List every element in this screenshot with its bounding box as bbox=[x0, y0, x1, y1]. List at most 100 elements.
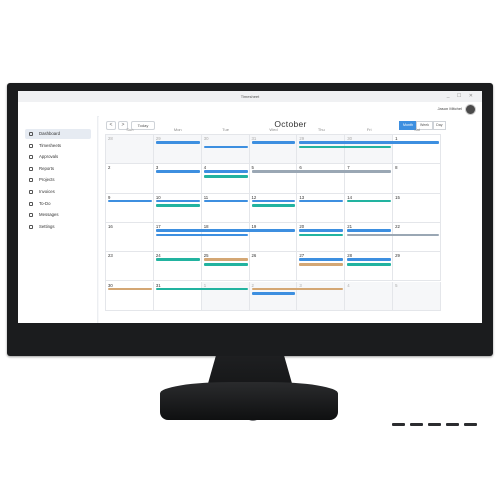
calendar-event[interactable] bbox=[203, 145, 248, 149]
day-number: 31 bbox=[155, 282, 161, 288]
calendar-event[interactable] bbox=[347, 233, 439, 237]
day-cell[interactable]: 30 bbox=[345, 135, 394, 165]
day-cell[interactable]: 24 bbox=[153, 252, 202, 282]
day-cell[interactable]: 21 bbox=[345, 222, 394, 253]
day-cell[interactable]: 1 bbox=[201, 281, 250, 311]
day-cell[interactable]: 15 bbox=[393, 193, 441, 223]
day-cell[interactable]: 29 bbox=[393, 252, 441, 282]
calendar-event[interactable] bbox=[299, 262, 344, 266]
calendar-event[interactable] bbox=[203, 170, 248, 174]
calendar-event[interactable] bbox=[347, 262, 392, 266]
calendar-event[interactable] bbox=[155, 170, 200, 174]
day-cell[interactable]: 17 bbox=[153, 222, 202, 253]
day-cell[interactable]: 4 bbox=[345, 281, 394, 311]
calendar-event[interactable] bbox=[155, 228, 296, 232]
calendar-event[interactable] bbox=[108, 287, 152, 291]
day-cell[interactable]: 7 bbox=[345, 164, 394, 194]
calendar-event[interactable] bbox=[251, 287, 344, 291]
day-number: 14 bbox=[347, 194, 353, 200]
sidebar-item-reports[interactable]: Reports bbox=[25, 164, 91, 174]
day-cell[interactable]: 22 bbox=[393, 222, 441, 253]
calendar-event[interactable] bbox=[203, 258, 248, 261]
day-cell[interactable]: 28 bbox=[345, 252, 394, 282]
sidebar-item-timesheets[interactable]: Timesheets bbox=[25, 141, 91, 151]
day-cell[interactable]: 26 bbox=[249, 252, 298, 282]
day-cell[interactable]: 6 bbox=[297, 164, 346, 194]
day-cell[interactable]: 13 bbox=[297, 193, 346, 223]
day-number: 2 bbox=[251, 282, 254, 288]
calendar-event[interactable] bbox=[203, 262, 248, 266]
calendar-event[interactable] bbox=[251, 292, 296, 295]
day-cell[interactable]: 8 bbox=[393, 164, 441, 194]
day-cell[interactable]: 29 bbox=[153, 135, 202, 165]
day-cell[interactable]: 2 bbox=[106, 164, 154, 194]
weekday-header: Wed bbox=[269, 127, 278, 132]
calendar-event[interactable] bbox=[155, 287, 248, 291]
day-cell[interactable]: 12 bbox=[249, 193, 298, 223]
calendar-event[interactable] bbox=[251, 199, 296, 203]
calendar-event[interactable] bbox=[251, 204, 296, 207]
day-cell[interactable]: 19 bbox=[249, 222, 298, 253]
day-cell[interactable]: 9 bbox=[106, 193, 154, 223]
sidebar-item-label: Reports bbox=[39, 165, 55, 171]
day-number: 15 bbox=[395, 194, 400, 200]
calendar-event[interactable] bbox=[347, 258, 392, 261]
day-cell[interactable]: 18 bbox=[201, 222, 250, 253]
user-name[interactable]: Jason Mitchel bbox=[438, 106, 462, 111]
day-number: 13 bbox=[299, 194, 305, 200]
window-controls[interactable]: _ ☐ ✕ bbox=[447, 91, 476, 102]
dashboard-icon bbox=[29, 132, 33, 136]
calendar-event[interactable] bbox=[108, 199, 152, 203]
day-cell[interactable]: 10 bbox=[153, 193, 202, 223]
sidebar-item-label: Approvals bbox=[39, 154, 59, 160]
calendar-event[interactable] bbox=[251, 141, 296, 144]
day-cell[interactable]: 2 bbox=[249, 281, 298, 311]
sidebar-item-projects[interactable]: Projects bbox=[25, 175, 91, 185]
day-cell[interactable]: 29 bbox=[297, 135, 346, 165]
sidebar-item-to-do[interactable]: To-Do bbox=[25, 199, 91, 209]
calendar-event[interactable] bbox=[299, 141, 439, 144]
calendar-event[interactable] bbox=[155, 199, 200, 203]
day-cell[interactable]: 23 bbox=[106, 252, 154, 282]
calendar-event[interactable] bbox=[347, 228, 392, 232]
day-cell[interactable]: 30 bbox=[201, 135, 250, 165]
calendar-event[interactable] bbox=[155, 258, 200, 261]
sidebar-item-settings[interactable]: Settings bbox=[25, 222, 91, 232]
calendar-event[interactable] bbox=[203, 174, 248, 178]
calendar-event[interactable] bbox=[299, 233, 344, 237]
calendar-event[interactable] bbox=[155, 233, 248, 237]
sidebar-item-approvals[interactable]: Approvals bbox=[25, 152, 91, 162]
calendar-event[interactable] bbox=[299, 258, 344, 261]
day-cell[interactable]: 14 bbox=[345, 193, 394, 223]
day-cell[interactable]: 31 bbox=[249, 135, 298, 165]
calendar-event[interactable] bbox=[299, 145, 392, 149]
day-cell[interactable]: 31 bbox=[153, 281, 202, 311]
day-cell[interactable]: 5 bbox=[249, 164, 298, 194]
sidebar-item-dashboard[interactable]: Dashboard bbox=[25, 129, 91, 139]
day-cell[interactable]: 16 bbox=[106, 222, 154, 253]
day-cell[interactable]: 20 bbox=[297, 222, 346, 253]
day-cell[interactable]: 4 bbox=[201, 164, 250, 194]
calendar-event[interactable] bbox=[155, 204, 200, 207]
day-cell[interactable]: 30 bbox=[106, 281, 154, 311]
day-cell[interactable]: 28 bbox=[106, 135, 154, 165]
sidebar-item-messages[interactable]: Messages bbox=[25, 210, 91, 220]
sidebar-item-invoices[interactable]: Invoices bbox=[25, 187, 91, 197]
day-cell[interactable]: 11 bbox=[201, 193, 250, 223]
sidebar-item-label: Invoices bbox=[39, 188, 55, 194]
calendar-event[interactable] bbox=[299, 228, 344, 232]
calendar-main: October < > Today Month Week Day Sun Mon Tue… bbox=[99, 116, 482, 323]
calendar-event[interactable] bbox=[251, 170, 392, 174]
monitor-buttons bbox=[392, 423, 477, 426]
calendar-event[interactable] bbox=[347, 199, 392, 203]
calendar-event[interactable] bbox=[299, 199, 344, 203]
day-cell[interactable]: 3 bbox=[153, 164, 202, 194]
day-cell[interactable]: 5 bbox=[393, 281, 441, 311]
calendar-event[interactable] bbox=[203, 199, 248, 203]
day-cell[interactable]: 1 bbox=[393, 135, 441, 165]
day-cell[interactable]: 25 bbox=[201, 252, 250, 282]
day-cell[interactable]: 3 bbox=[297, 281, 346, 311]
calendar-event[interactable] bbox=[155, 141, 200, 144]
avatar[interactable] bbox=[465, 104, 476, 115]
day-cell[interactable]: 27 bbox=[297, 252, 346, 282]
